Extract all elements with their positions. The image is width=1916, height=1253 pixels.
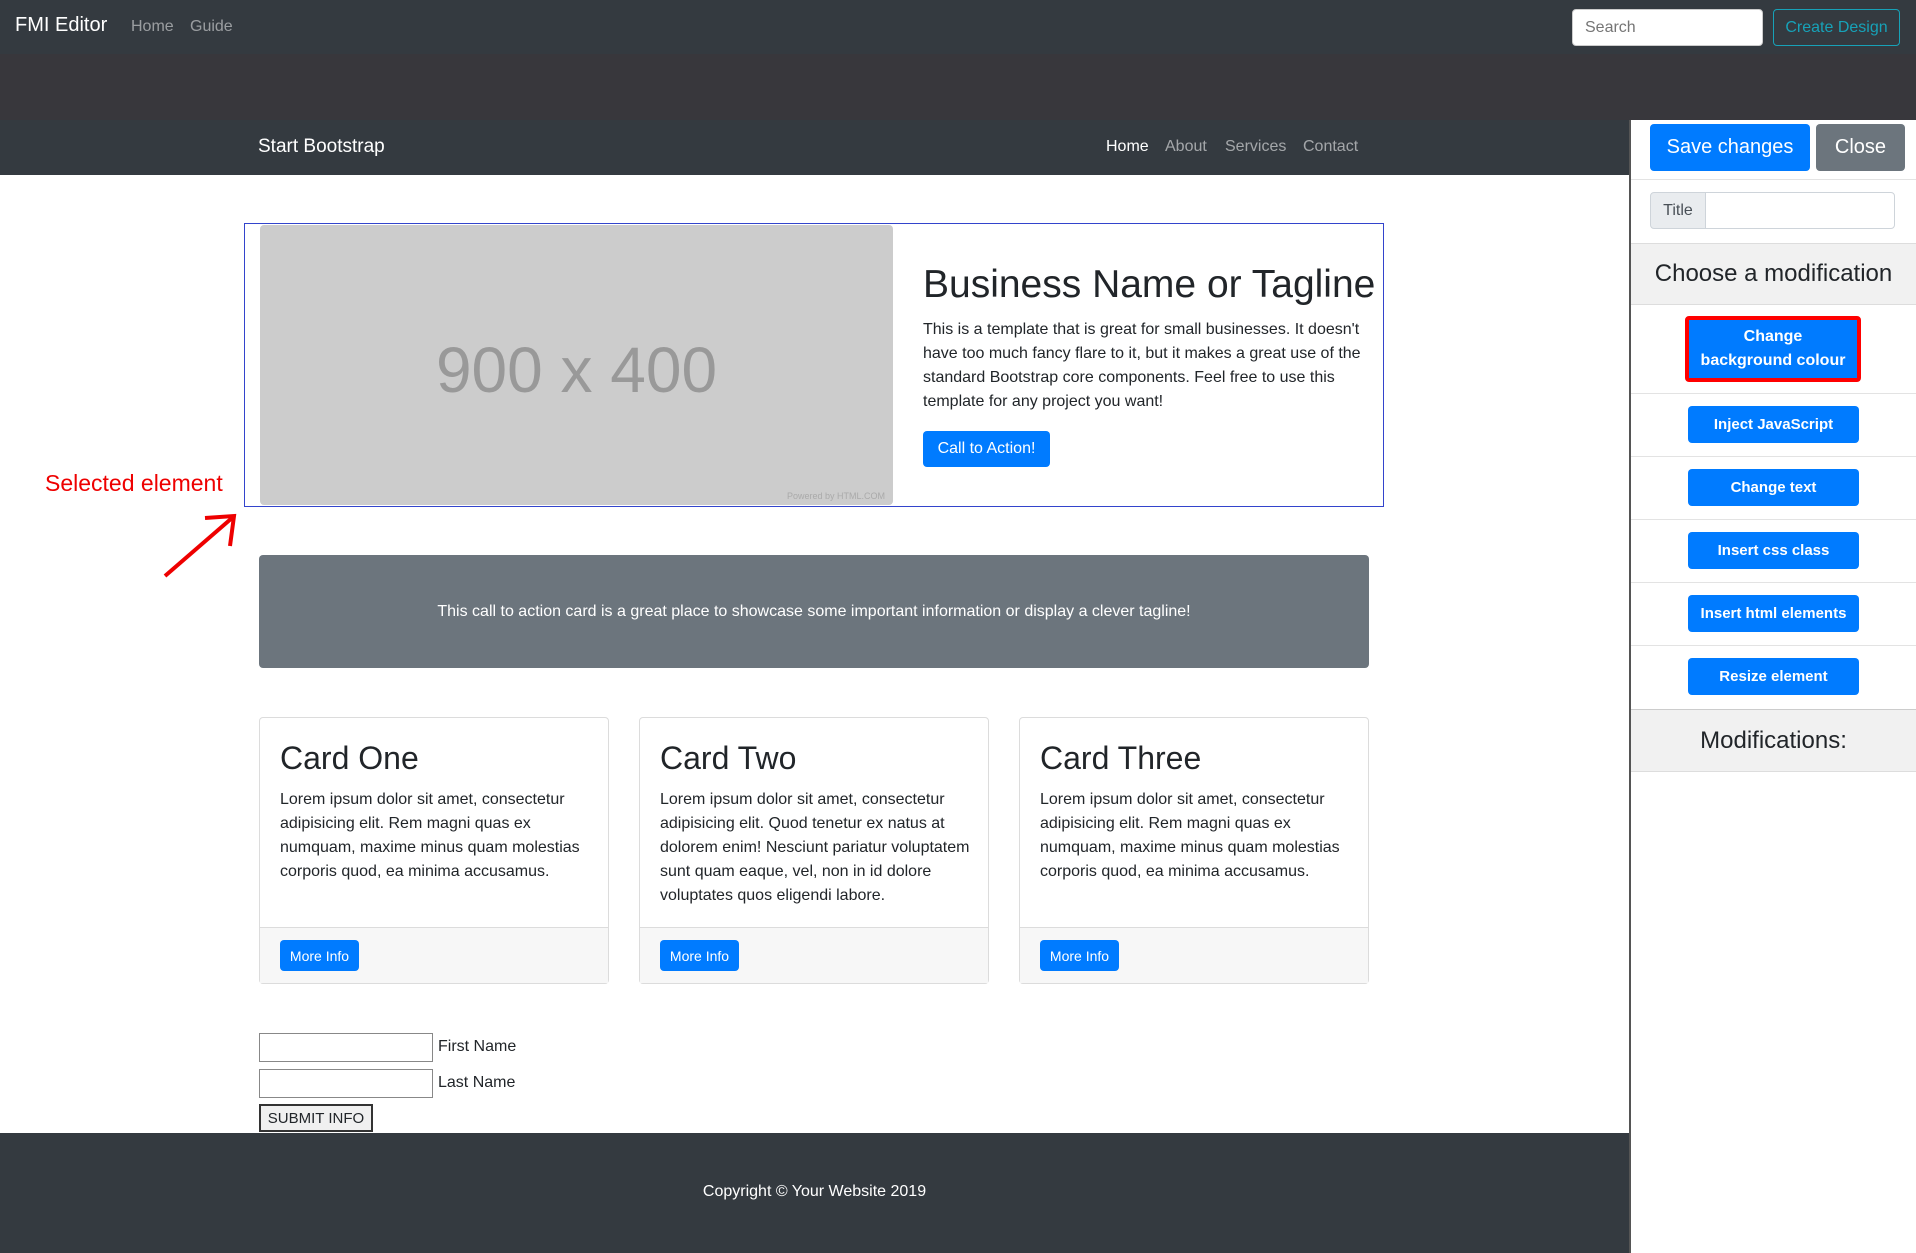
card-title: Card Two	[660, 740, 797, 776]
card-one: Card One Lorem ipsum dolor sit amet, con…	[259, 717, 609, 984]
hero-title: Business Name or Tagline	[923, 263, 1376, 306]
divider	[1631, 179, 1916, 180]
choose-modification-header: Choose a modification	[1631, 243, 1916, 305]
card-title: Card One	[280, 740, 419, 776]
divider	[1631, 393, 1916, 394]
hero-image-placeholder: 900 x 400 Powered by HTML.COM	[260, 225, 893, 505]
image-size-label: 900 x 400	[435, 334, 718, 406]
card-footer: More Info	[640, 927, 988, 983]
footer-copyright: Copyright © Your Website 2019	[702, 1183, 927, 1200]
close-button[interactable]: Close	[1816, 124, 1905, 171]
first-name-input[interactable]	[259, 1033, 433, 1062]
card-three: Card Three Lorem ipsum dolor sit amet, c…	[1019, 717, 1369, 984]
card-footer: More Info	[260, 927, 608, 983]
more-info-button[interactable]: More Info	[660, 940, 739, 971]
inject-javascript-button[interactable]: Inject JavaScript	[1688, 406, 1859, 443]
card-two: Card Two Lorem ipsum dolor sit amet, con…	[639, 717, 989, 984]
hero-text: This is a template that is great for sma…	[923, 321, 1361, 410]
site-navbar	[0, 120, 1629, 175]
card-text: Lorem ipsum dolor sit amet, consectetur …	[280, 791, 580, 880]
image-credit: Powered by HTML.COM	[786, 491, 885, 501]
site-brand[interactable]: Start Bootstrap	[258, 136, 385, 158]
call-to-action-button[interactable]: Call to Action!	[923, 431, 1050, 467]
more-info-button[interactable]: More Info	[280, 940, 359, 971]
title-label: Title	[1650, 192, 1706, 229]
first-name-label: First Name	[438, 1038, 517, 1055]
search-input[interactable]	[1572, 9, 1763, 46]
editor-nav-home[interactable]: Home	[131, 18, 174, 36]
card-text: Lorem ipsum dolor sit amet, consectetur …	[1040, 791, 1340, 880]
selected-element-annotation: Selected element	[45, 470, 223, 496]
editor-toolbar-band	[0, 54, 1916, 120]
create-design-button[interactable]: Create Design	[1773, 9, 1900, 46]
change-text-button[interactable]: Change text	[1688, 469, 1859, 506]
site-nav-home[interactable]: Home	[1106, 138, 1149, 156]
card-footer: More Info	[1020, 927, 1368, 983]
editor-nav-guide[interactable]: Guide	[190, 18, 233, 36]
card-title: Card Three	[1040, 740, 1202, 776]
insert-html-elements-button[interactable]: Insert html elements	[1688, 595, 1859, 632]
divider	[1631, 645, 1916, 646]
more-info-button[interactable]: More Info	[1040, 940, 1119, 971]
resize-element-button[interactable]: Resize element	[1688, 658, 1859, 695]
title-input[interactable]	[1705, 192, 1895, 229]
site-nav-services[interactable]: Services	[1225, 138, 1286, 156]
last-name-label: Last Name	[438, 1074, 516, 1091]
callout-text: This call to action card is a great plac…	[437, 602, 1191, 620]
editor-brand[interactable]: FMI Editor	[15, 14, 107, 37]
change-background-colour-button[interactable]: Change background colour	[1685, 316, 1861, 382]
insert-css-class-button[interactable]: Insert css class	[1688, 532, 1859, 569]
divider	[1631, 456, 1916, 457]
save-changes-button[interactable]: Save changes	[1650, 124, 1810, 171]
submit-info-button[interactable]: SUBMIT INFO	[259, 1104, 373, 1132]
modifications-header: Modifications:	[1631, 709, 1916, 772]
card-text: Lorem ipsum dolor sit amet, consectetur …	[660, 791, 970, 904]
annotation-arrow-icon	[163, 513, 237, 578]
last-name-input[interactable]	[259, 1069, 433, 1098]
divider	[1631, 519, 1916, 520]
site-nav-about[interactable]: About	[1165, 138, 1207, 156]
divider	[1631, 582, 1916, 583]
site-nav-contact[interactable]: Contact	[1303, 138, 1358, 156]
callout-card: This call to action card is a great plac…	[259, 555, 1369, 668]
